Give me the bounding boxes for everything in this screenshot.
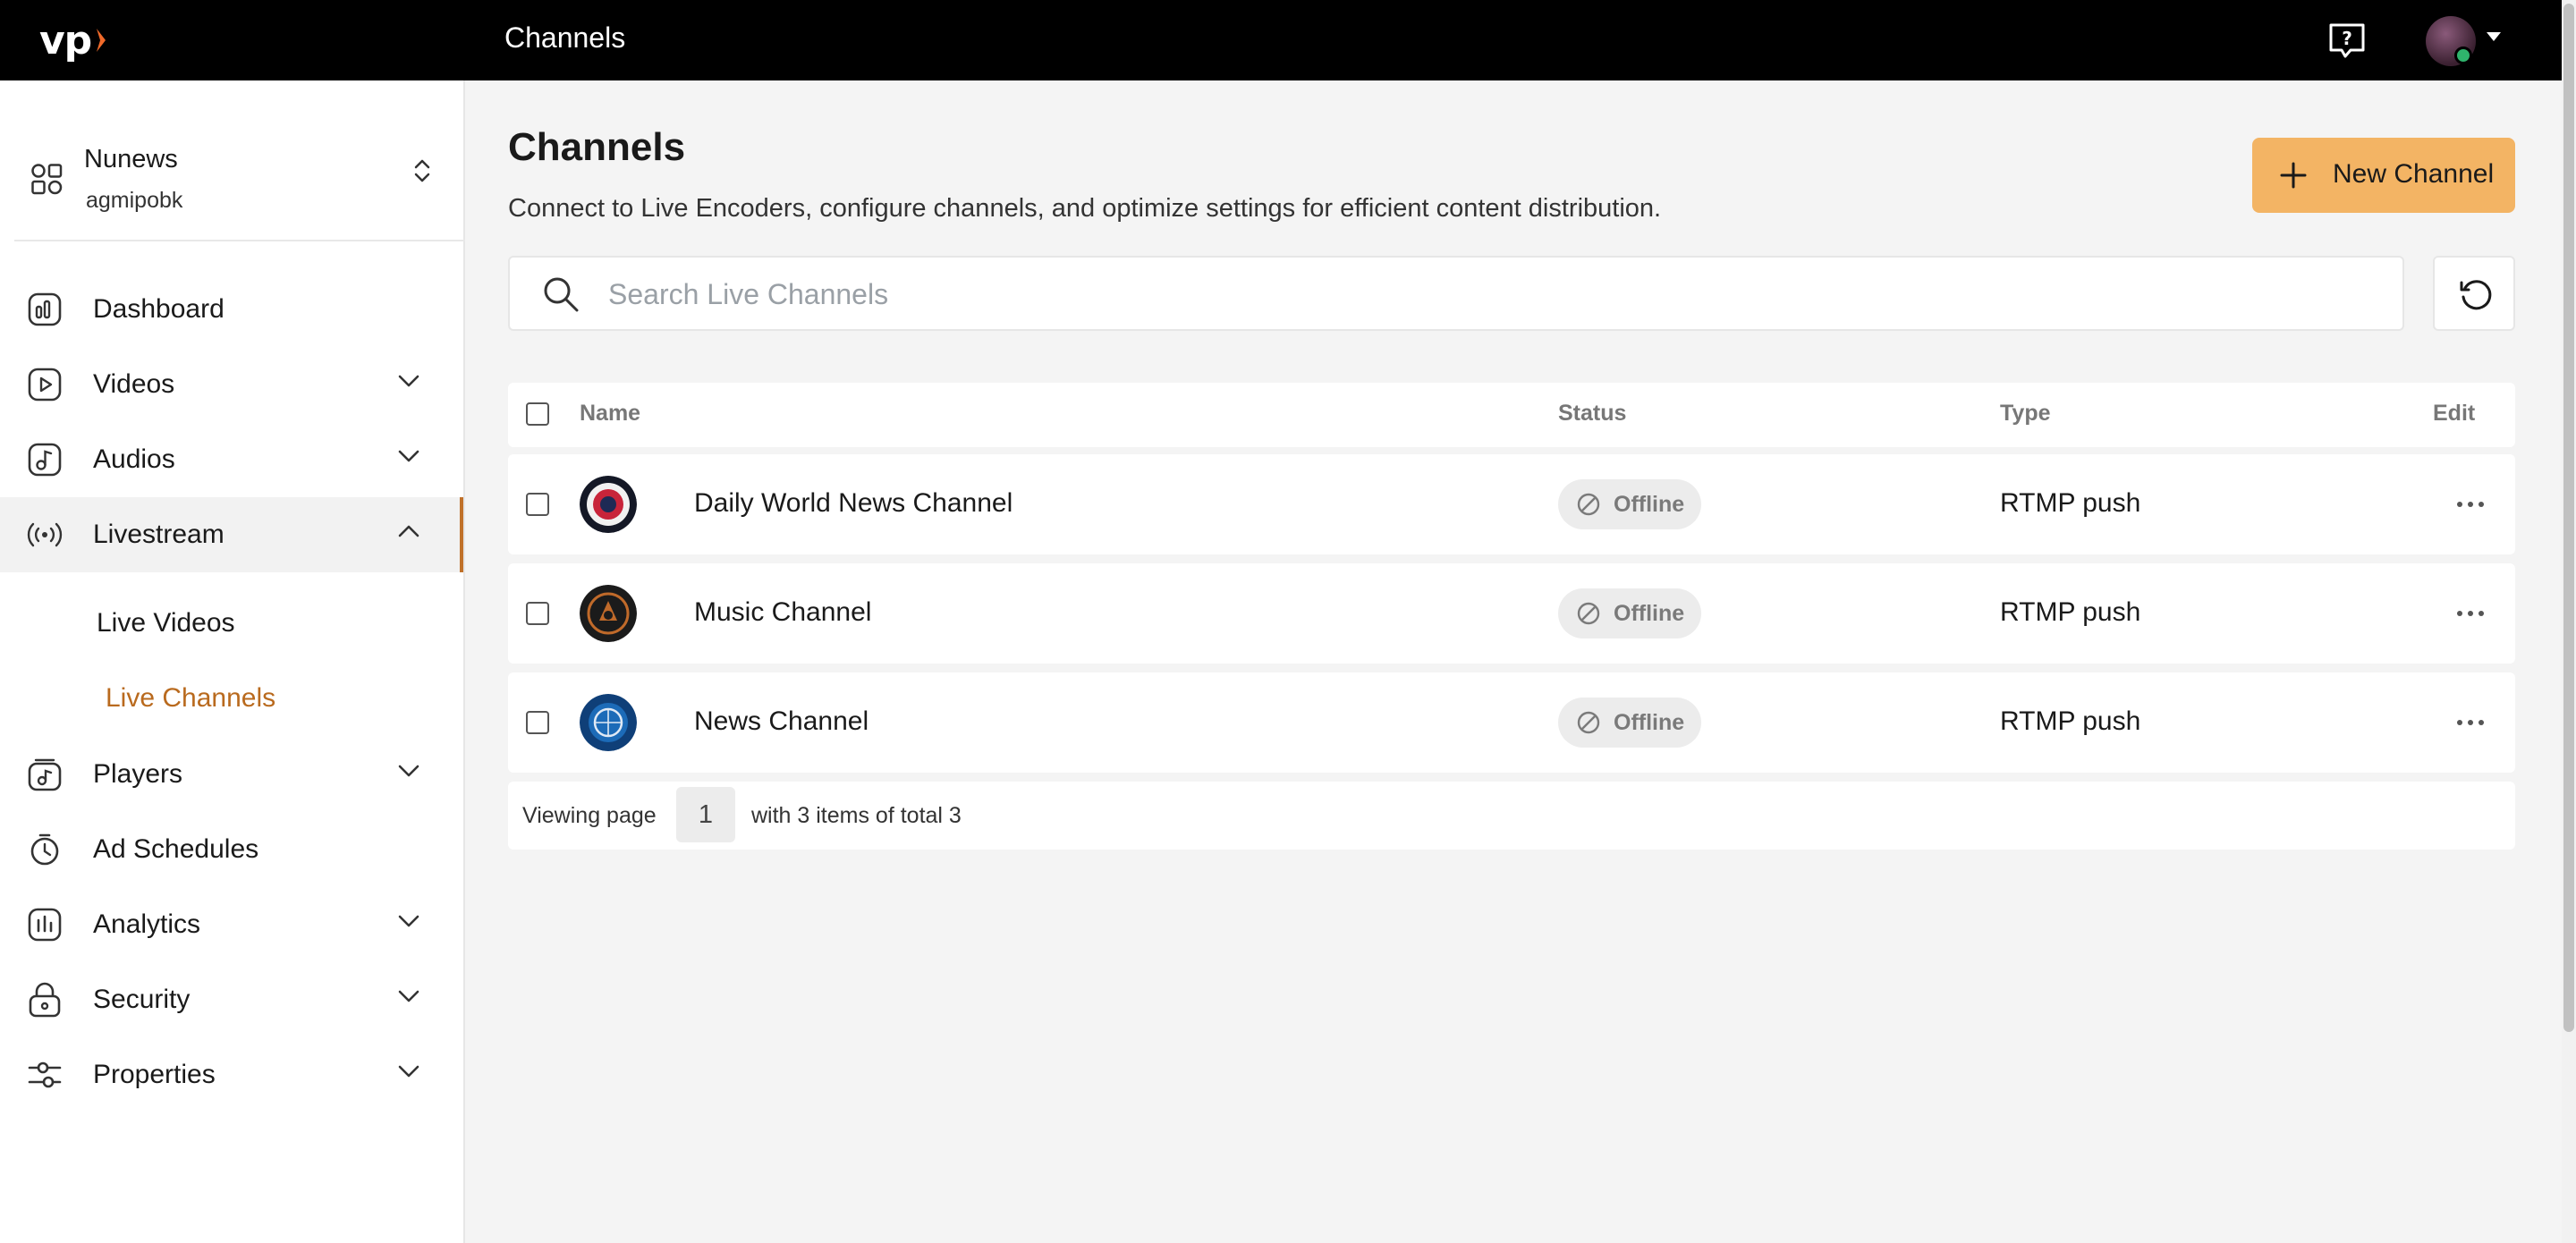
- chevron-up-down-icon[interactable]: [413, 157, 431, 184]
- workspace-name: Nunews: [84, 145, 178, 173]
- chevron-down-icon[interactable]: [397, 374, 420, 388]
- search-icon: [544, 277, 579, 312]
- sidebar-item-label: Audios: [93, 444, 175, 474]
- svg-text:?: ?: [2342, 28, 2352, 49]
- more-options-icon[interactable]: [2451, 596, 2490, 631]
- channel-thumbnail: [580, 585, 637, 642]
- table-row[interactable]: Daily World News Channel Offline RTMP pu…: [508, 454, 2515, 554]
- logo-text: vp: [39, 17, 92, 63]
- sidebar-item-ad-schedules[interactable]: Ad Schedules: [0, 812, 463, 887]
- status-label: Offline: [1614, 492, 1685, 517]
- refresh-button[interactable]: [2433, 256, 2515, 331]
- table-row[interactable]: News Channel Offline RTMP push: [508, 672, 2515, 773]
- sidebar-item-audios[interactable]: Audios: [0, 422, 463, 497]
- channel-type: RTMP push: [2000, 597, 2141, 627]
- select-all-checkbox[interactable]: [526, 402, 549, 426]
- online-status-dot: [2454, 47, 2472, 64]
- sidebar-item-label: Security: [93, 985, 191, 1014]
- analytics-icon: [28, 908, 62, 942]
- column-header-type[interactable]: Type: [2000, 401, 2051, 427]
- channel-type: RTMP push: [2000, 706, 2141, 736]
- chevron-down-icon[interactable]: [397, 989, 420, 1003]
- sidebar-item-dashboard[interactable]: Dashboard: [0, 272, 463, 347]
- page-title: Channels: [508, 125, 686, 169]
- sidebar-item-label: Dashboard: [93, 294, 225, 324]
- sidebar: Nunews agmipobk Dashboard Videos Audios: [0, 80, 465, 1243]
- status-badge: Offline: [1558, 698, 1701, 748]
- offline-icon: [1577, 602, 1600, 625]
- search-bar: [508, 256, 2404, 331]
- lock-icon: [29, 982, 61, 1018]
- chevron-down-icon[interactable]: [397, 449, 420, 463]
- offline-icon: [1577, 493, 1600, 516]
- workspace-id: agmipobk: [86, 188, 183, 213]
- page-description: Connect to Live Encoders, configure chan…: [508, 194, 1662, 223]
- status-badge: Offline: [1558, 588, 1701, 638]
- sidebar-item-label: Livestream: [93, 520, 225, 549]
- chevron-down-icon[interactable]: [397, 1064, 420, 1078]
- page-number[interactable]: 1: [676, 787, 735, 842]
- refresh-icon: [2460, 280, 2492, 310]
- sidebar-item-properties[interactable]: Properties: [0, 1037, 463, 1112]
- plus-icon: [2280, 162, 2307, 189]
- channel-name[interactable]: News Channel: [694, 706, 869, 737]
- row-checkbox[interactable]: [526, 711, 549, 734]
- sidebar-item-videos[interactable]: Videos: [0, 347, 463, 422]
- players-icon: [28, 758, 62, 791]
- status-badge: Offline: [1558, 479, 1701, 529]
- channel-type: RTMP push: [2000, 488, 2141, 518]
- search-input[interactable]: [608, 270, 2379, 318]
- chevron-up-icon[interactable]: [397, 524, 420, 538]
- scrollbar-thumb[interactable]: [2563, 4, 2574, 1032]
- logo[interactable]: vp: [39, 17, 107, 63]
- more-options-icon[interactable]: [2451, 705, 2490, 740]
- help-chat-icon[interactable]: ?: [2327, 21, 2367, 59]
- video-icon: [28, 368, 62, 402]
- ad-schedule-icon: [30, 833, 59, 866]
- pagination-prefix: Viewing page: [522, 803, 657, 828]
- sidebar-item-livestream[interactable]: Livestream: [0, 497, 463, 572]
- channel-name[interactable]: Music Channel: [694, 597, 871, 628]
- chevron-down-icon[interactable]: [397, 914, 420, 928]
- channel-thumbnail: [580, 476, 637, 533]
- sidebar-subitem-live-channels[interactable]: Live Channels: [106, 683, 275, 714]
- logo-mark-icon: [97, 29, 106, 52]
- workspace-grid-icon: [31, 164, 63, 195]
- pagination-summary: with 3 items of total 3: [751, 803, 962, 828]
- new-channel-button[interactable]: New Channel: [2252, 138, 2515, 213]
- audio-icon: [28, 443, 62, 477]
- dashboard-icon: [28, 292, 62, 326]
- workspace-switcher[interactable]: Nunews agmipobk: [14, 80, 465, 241]
- new-channel-label: New Channel: [2333, 159, 2495, 189]
- pagination: Viewing page 1 with 3 items of total 3: [508, 782, 2515, 850]
- sidebar-item-label: Ad Schedules: [93, 834, 259, 864]
- sidebar-item-label: Videos: [93, 369, 175, 399]
- sliders-icon: [28, 1061, 62, 1088]
- column-header-name[interactable]: Name: [580, 401, 640, 427]
- livestream-icon: [27, 522, 63, 547]
- status-label: Offline: [1614, 710, 1685, 735]
- status-label: Offline: [1614, 601, 1685, 626]
- column-header-edit: Edit: [2433, 401, 2476, 426]
- sidebar-item-label: Properties: [93, 1060, 216, 1089]
- top-bar: vp Channels ?: [0, 0, 2562, 80]
- channel-name[interactable]: Daily World News Channel: [694, 488, 1013, 519]
- sidebar-item-players[interactable]: Players: [0, 737, 463, 812]
- top-bar-title: Channels: [504, 21, 626, 54]
- offline-icon: [1577, 711, 1600, 734]
- sidebar-subitem-live-videos[interactable]: Live Videos: [97, 608, 235, 638]
- channel-thumbnail: [580, 694, 637, 751]
- row-checkbox[interactable]: [526, 493, 549, 516]
- sidebar-item-analytics[interactable]: Analytics: [0, 887, 463, 962]
- sidebar-item-label: Players: [93, 759, 183, 789]
- row-checkbox[interactable]: [526, 602, 549, 625]
- sidebar-item-label: Analytics: [93, 909, 201, 939]
- table-row[interactable]: Music Channel Offline RTMP push: [508, 563, 2515, 664]
- column-header-status[interactable]: Status: [1558, 401, 1626, 427]
- caret-down-icon[interactable]: [2487, 32, 2501, 41]
- chevron-down-icon[interactable]: [397, 764, 420, 778]
- sidebar-item-security[interactable]: Security: [0, 962, 463, 1037]
- more-options-icon[interactable]: [2451, 486, 2490, 522]
- table-header: Name Status Type Edit: [508, 383, 2515, 447]
